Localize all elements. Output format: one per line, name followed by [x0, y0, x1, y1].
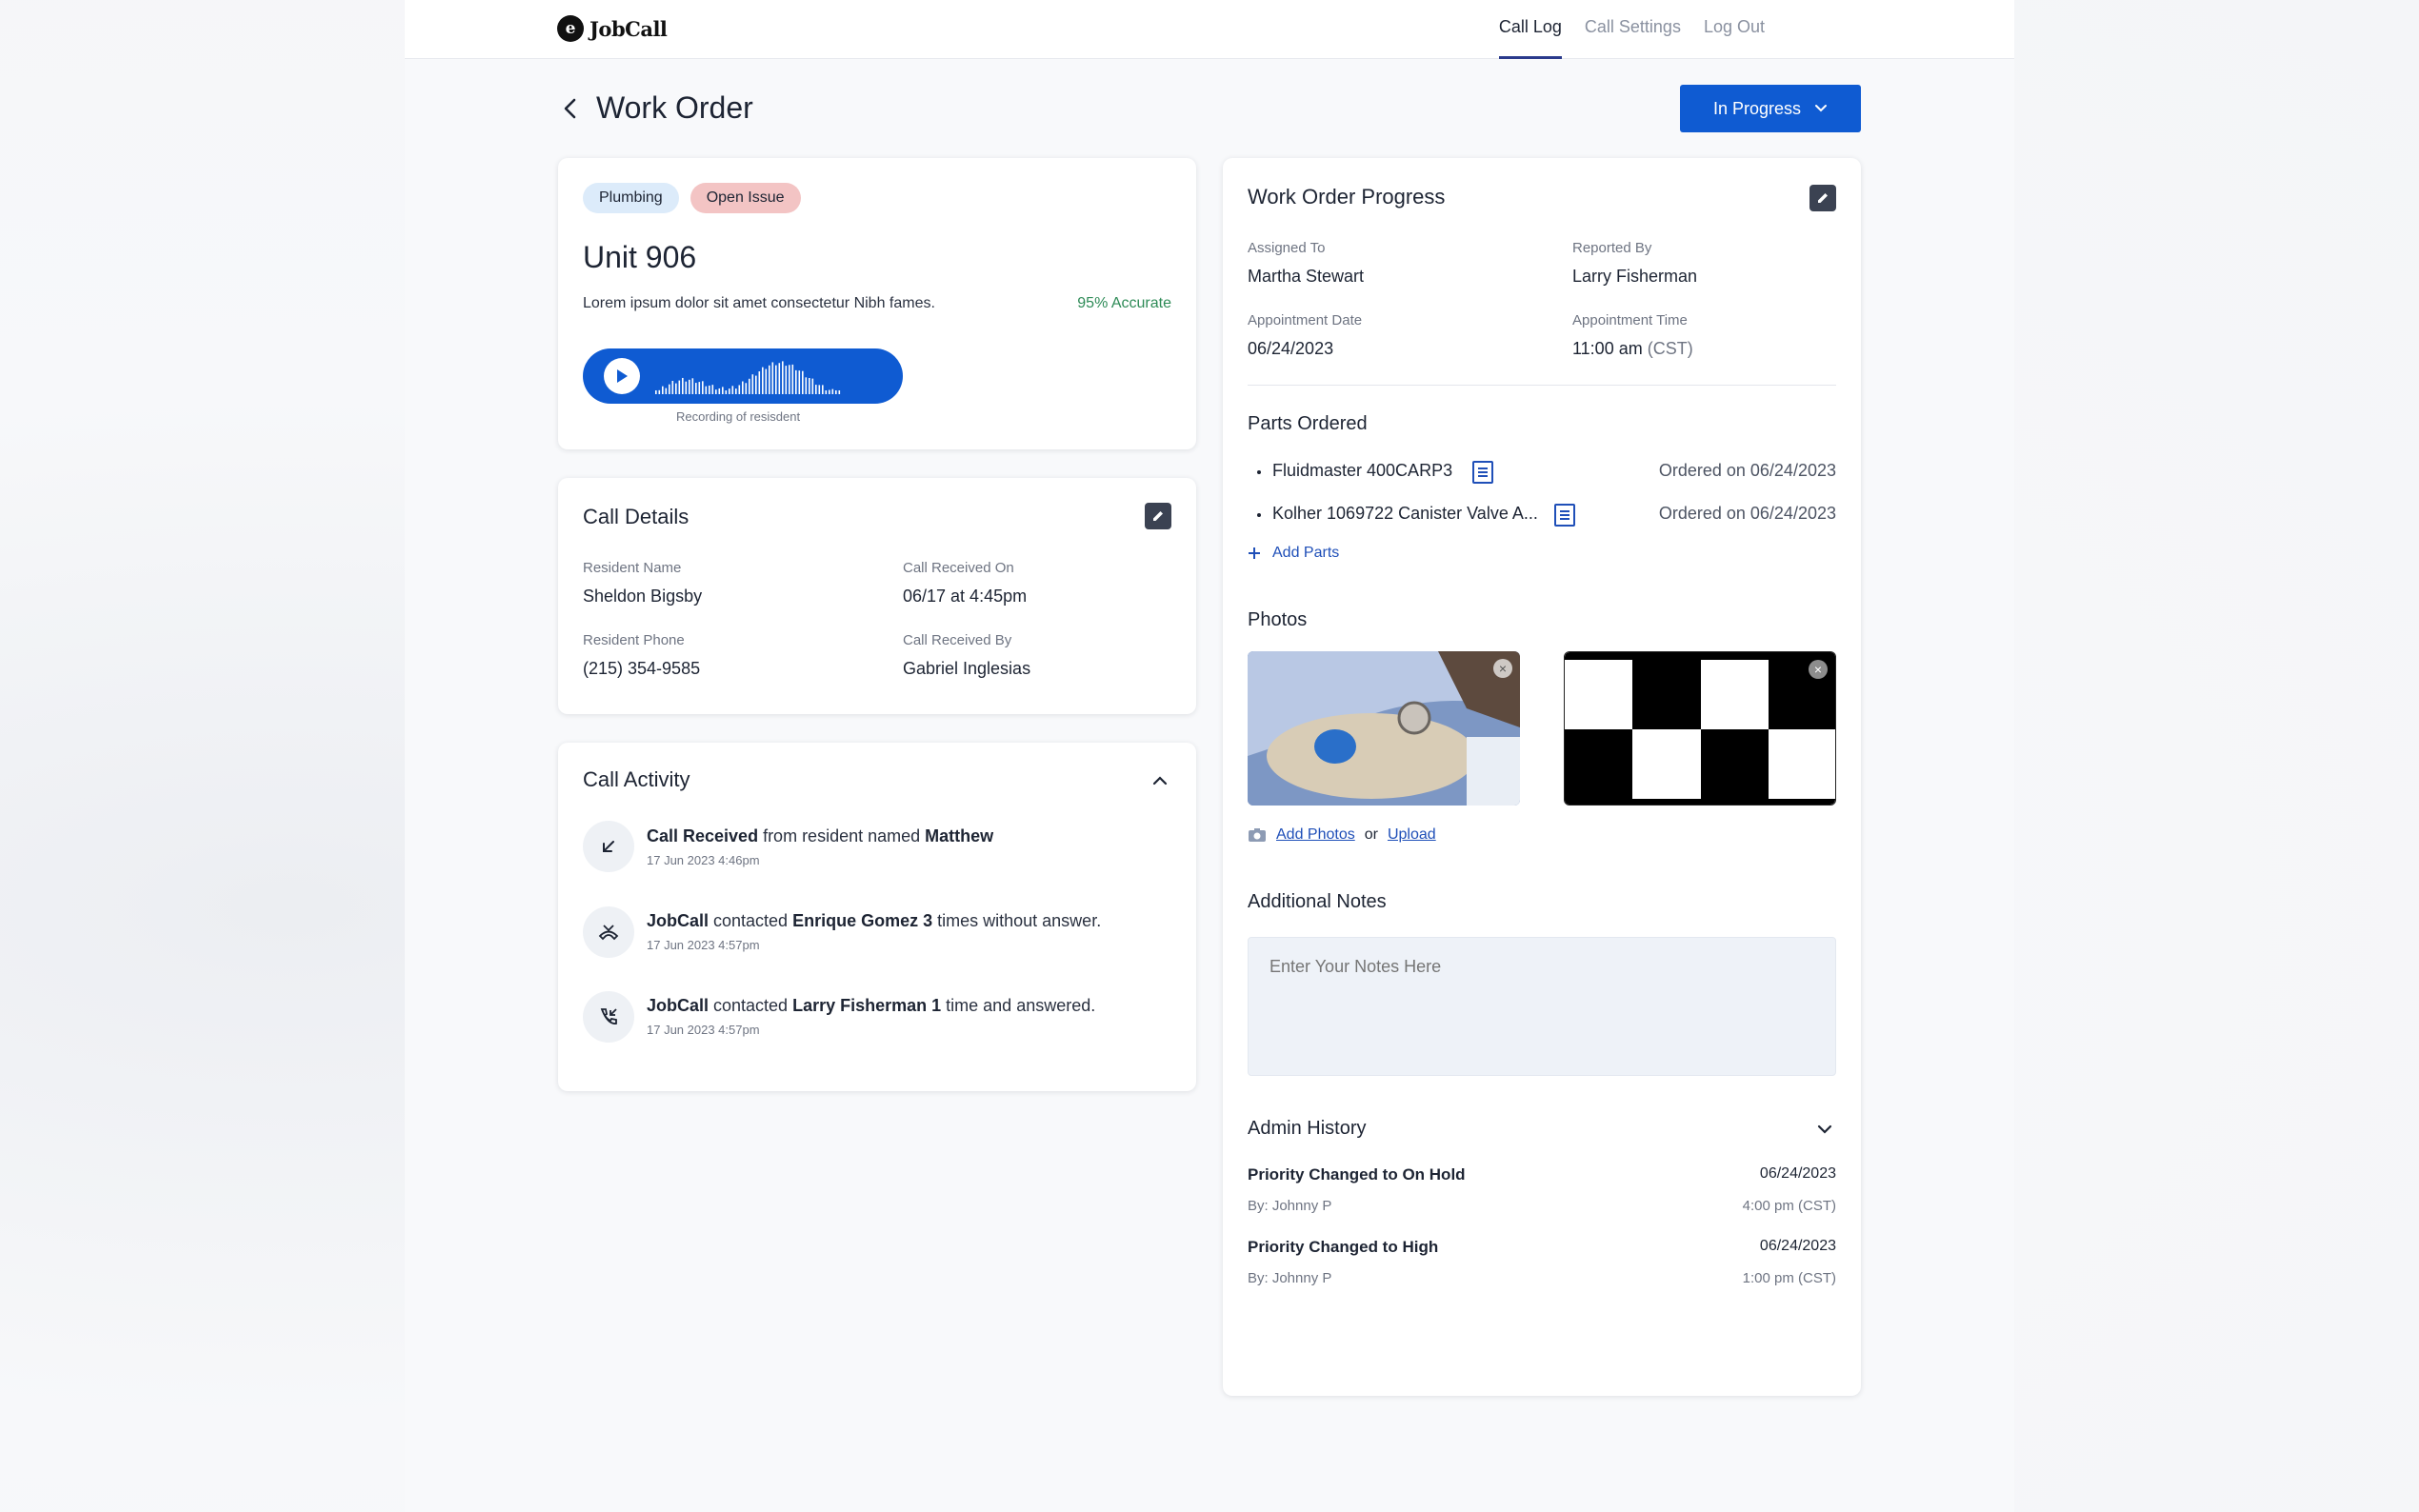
reported-by-value: Larry Fisherman	[1572, 267, 1698, 286]
history-time: 4:00 pm (CST)	[1742, 1198, 1836, 1214]
assigned-to-value: Martha Stewart	[1248, 267, 1365, 286]
call-activity-title: Call Activity	[583, 767, 690, 791]
pencil-icon	[1818, 193, 1828, 203]
call-details-card: Call Details Resident Name Sheldon Bigsb…	[558, 478, 1196, 714]
photos-title: Photos	[1248, 609, 1308, 630]
recording-caption: Recording of resisdent	[676, 409, 801, 424]
part-name: Kolher 1069722 Canister Valve A...	[1272, 504, 1538, 523]
nav-call-settings[interactable]: Call Settings	[1573, 0, 1692, 59]
document-icon[interactable]	[1554, 504, 1575, 527]
play-icon[interactable]	[604, 358, 640, 394]
close-icon[interactable]: ×	[1809, 660, 1828, 679]
upload-link[interactable]: Upload	[1388, 826, 1436, 844]
back-arrow-icon[interactable]	[557, 95, 584, 122]
logo-icon: e	[557, 15, 584, 42]
history-title: Priority Changed to High	[1248, 1238, 1439, 1256]
chevron-down-icon[interactable]	[1817, 1124, 1832, 1135]
unit-summary: Lorem ipsum dolor sit amet consectetur N…	[583, 295, 935, 311]
chevron-up-icon[interactable]	[1152, 775, 1168, 786]
audio-player[interactable]	[583, 348, 903, 404]
history-time: 1:00 pm (CST)	[1742, 1270, 1836, 1286]
photo-thumbnail[interactable]: ×	[1248, 651, 1520, 806]
call-received-by-value: Gabriel Inglesias	[903, 659, 1031, 678]
divider	[1248, 385, 1836, 386]
resident-name-value: Sheldon Bigsby	[583, 587, 703, 606]
call-activity-card: Call Activity Call Received from residen…	[558, 743, 1196, 1091]
nav-links: Call Log Call Settings Log Out	[1488, 0, 1776, 59]
tag-plumbing: Plumbing	[583, 183, 679, 213]
pencil-icon	[1153, 511, 1163, 521]
or-text: or	[1364, 826, 1378, 843]
part-item: Fluidmaster 400CARP3 Ordered on 06/24/20…	[1248, 461, 1836, 486]
close-icon[interactable]: ×	[1493, 659, 1512, 678]
call-received-on-label: Call Received On	[903, 560, 1014, 576]
notes-textarea[interactable]	[1248, 937, 1836, 1076]
nav-call-log[interactable]: Call Log	[1488, 0, 1573, 59]
missed-call-icon	[583, 906, 634, 958]
parts-ordered-title: Parts Ordered	[1248, 413, 1368, 434]
appointment-time-value: 11:00 am (CST)	[1572, 339, 1693, 358]
call-details-title: Call Details	[583, 505, 690, 528]
history-item: Priority Changed to On Hold By: Johnny P…	[1248, 1165, 1836, 1223]
additional-notes-title: Additional Notes	[1248, 891, 1387, 912]
accuracy-label: 95% Accurate	[1077, 295, 1171, 311]
waveform-icon	[655, 361, 841, 394]
tag-open-issue: Open Issue	[690, 183, 801, 213]
progress-title: Work Order Progress	[1248, 185, 1446, 209]
photo-thumbnail[interactable]: ×	[1564, 651, 1836, 806]
appointment-date-label: Appointment Date	[1248, 312, 1363, 328]
photo-actions: Add Photos or Upload	[1248, 826, 1436, 844]
appointment-date-value: 06/24/2023	[1248, 339, 1334, 358]
camera-icon	[1249, 828, 1266, 842]
activity-text: JobCall contacted Larry Fisherman 1 time…	[647, 996, 1096, 1015]
history-date: 06/24/2023	[1759, 1238, 1836, 1254]
edit-progress-button[interactable]	[1809, 185, 1836, 211]
resident-name-label: Resident Name	[583, 560, 682, 576]
appointment-time-label: Appointment Time	[1572, 312, 1688, 328]
activity-text: JobCall contacted Enrique Gomez 3 times …	[647, 911, 1102, 930]
status-label: In Progress	[1712, 98, 1802, 118]
history-by: By: Johnny P	[1248, 1270, 1332, 1286]
nav-log-out[interactable]: Log Out	[1692, 0, 1776, 59]
activity-time: 17 Jun 2023 4:57pm	[647, 1023, 760, 1037]
incoming-call-icon	[583, 821, 634, 872]
admin-history-title: Admin History	[1248, 1118, 1367, 1139]
bullet	[1257, 470, 1261, 474]
work-order-progress-card: Work Order Progress Assigned To Martha S…	[1223, 158, 1861, 1396]
page-title: Work Order	[596, 90, 753, 125]
chevron-down-icon	[1815, 105, 1828, 112]
logo-text: JobCall	[590, 16, 668, 41]
edit-call-details-button[interactable]	[1145, 503, 1171, 529]
part-ordered-date: Ordered on 06/24/2023	[1658, 504, 1836, 523]
activity-time: 17 Jun 2023 4:46pm	[647, 853, 760, 867]
history-item: Priority Changed to High By: Johnny P 06…	[1248, 1238, 1836, 1295]
document-icon[interactable]	[1472, 461, 1493, 484]
unit-card: Plumbing Open Issue Unit 906 Lorem ipsum…	[558, 158, 1196, 449]
bullet	[1257, 513, 1261, 517]
status-dropdown[interactable]: In Progress	[1680, 85, 1861, 132]
add-parts-button[interactable]: Add Parts	[1248, 545, 1339, 562]
part-ordered-date: Ordered on 06/24/2023	[1658, 461, 1836, 480]
top-nav: e JobCall Call Log Call Settings Log Out	[405, 0, 2014, 59]
history-title: Priority Changed to On Hold	[1248, 1165, 1466, 1184]
activity-time: 17 Jun 2023 4:57pm	[647, 938, 760, 952]
answered-call-icon	[583, 991, 634, 1043]
add-photos-link[interactable]: Add Photos	[1276, 826, 1355, 844]
history-date: 06/24/2023	[1759, 1165, 1836, 1182]
assigned-to-label: Assigned To	[1248, 240, 1326, 256]
unit-title: Unit 906	[583, 240, 697, 274]
resident-phone-value: (215) 354-9585	[583, 659, 701, 678]
reported-by-label: Reported By	[1572, 240, 1652, 256]
part-item: Kolher 1069722 Canister Valve A... Order…	[1248, 504, 1836, 528]
history-by: By: Johnny P	[1248, 1198, 1332, 1214]
plus-icon	[1249, 547, 1260, 559]
activity-text: Call Received from resident named Matthe…	[647, 826, 994, 846]
resident-phone-label: Resident Phone	[583, 632, 685, 648]
part-name: Fluidmaster 400CARP3	[1272, 461, 1453, 480]
call-received-on-value: 06/17 at 4:45pm	[903, 587, 1028, 606]
call-received-by-label: Call Received By	[903, 632, 1012, 648]
logo[interactable]: e JobCall	[557, 15, 668, 42]
